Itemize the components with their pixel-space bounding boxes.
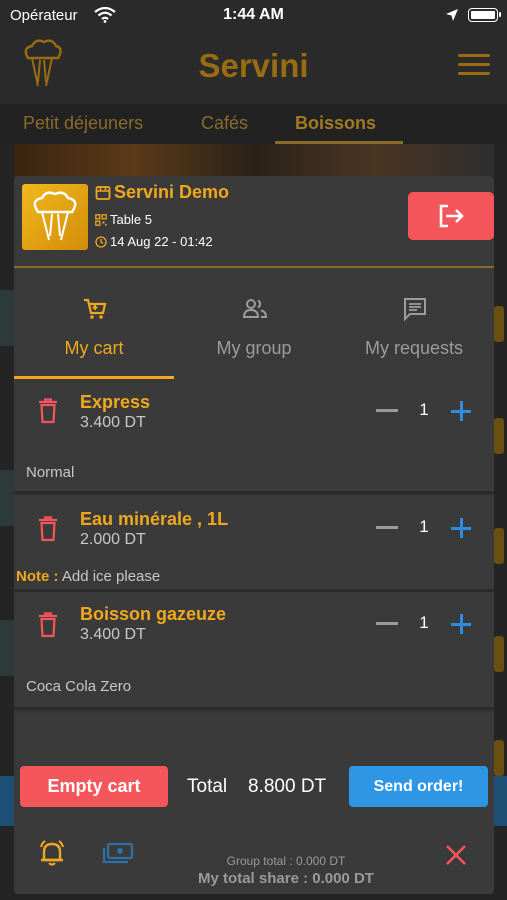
tab-label: My group [216,338,292,358]
item-note: Note : Add ice please [16,568,160,585]
message-icon [404,298,426,322]
battery-icon [468,8,501,22]
cart-actions: Empty cart Total 8.800 DT Send order! [14,764,494,810]
menu-background-button [494,418,504,454]
tab-label: My requests [364,338,464,358]
restaurant-name: Servini Demo [114,182,230,202]
cart-item: Boisson gazeuze 3.400 DT 1 Coca Cola Zer… [14,592,494,708]
chef-logo-icon [33,191,77,241]
item-price: 2.000 DT [80,531,146,548]
qr-code-icon [95,213,107,226]
group-icon [242,299,268,318]
tab-my-group[interactable]: My group [174,270,334,378]
my-total-share: My total share : 0.000 DT [198,870,374,887]
group-total: Group total : 0.000 DT [226,854,346,868]
item-name: Eau minérale , 1L [80,509,229,529]
store-icon [95,185,111,200]
category-tab-cafes[interactable]: Cafés [201,113,248,134]
hamburger-menu-icon[interactable] [458,54,490,78]
send-order-button[interactable]: Send order! [349,766,488,807]
table-row: Table 5 [95,212,152,227]
tab-my-requests[interactable]: My requests [334,270,494,378]
item-name: Express [80,392,151,412]
table-label: Table 5 [110,212,152,227]
cart-item: Eau minérale , 1L 2.000 DT 1 Note : Add … [14,495,494,590]
decrease-quantity-button[interactable] [376,526,398,529]
item-name: Boisson gazeuze [80,604,227,624]
datetime-row: 14 Aug 22 - 01:42 [95,234,213,249]
active-tab-indicator [14,376,174,379]
tab-my-cart[interactable]: My cart [14,270,174,378]
menu-background-button [494,636,504,672]
delete-icon[interactable] [38,398,58,424]
increase-quantity-button[interactable] [451,614,471,634]
item-note: Coca Cola Zero [26,678,131,695]
clock-icon [95,235,107,248]
logout-button[interactable] [408,192,494,240]
note-text: Add ice please [61,568,161,585]
category-tab-petit-dejeuners[interactable]: Petit déjeuners [23,113,143,134]
menu-background-button [494,306,504,342]
close-icon[interactable] [445,844,467,866]
note-label: Note : [16,568,59,585]
note-text: Normal [26,464,75,481]
delete-icon[interactable] [38,516,58,542]
item-note: Normal [26,464,74,481]
app-header: Servini [0,32,507,104]
cart-item: Express 3.400 DT 1 Normal [14,382,494,492]
menu-background-image [0,290,14,346]
total-value: 8.800 DT [248,776,327,797]
menu-background-button [494,740,504,776]
modal-header: Servini Demo Table 5 14 Aug 22 - 01:42 [14,176,494,268]
cart-tabs: My cart My group My requests [14,270,494,380]
category-tabs: Petit déjeuners Cafés Boissons [0,104,507,144]
modal-footer: Group total : 0.000 DT My total share : … [14,824,494,894]
menu-background-image [0,470,14,526]
total-label: Total [187,776,228,797]
note-text: Coca Cola Zero [26,678,132,695]
restaurant-logo [22,184,88,250]
item-price: 3.400 DT [80,414,146,431]
logout-icon [439,204,464,228]
item-quantity: 1 [419,517,429,536]
item-price: 3.400 DT [80,626,146,643]
cart-modal: Servini Demo Table 5 14 Aug 22 - 01:42 M… [14,176,494,894]
decrease-quantity-button[interactable] [376,622,398,625]
item-quantity: 1 [419,400,429,419]
increase-quantity-button[interactable] [451,518,471,538]
tab-label: My cart [64,338,124,358]
cart-icon [84,298,107,319]
restaurant-name-row: Servini Demo [95,182,229,203]
delete-icon[interactable] [38,612,58,638]
menu-background-image [0,620,14,676]
app-title: Servini [198,47,309,84]
menu-background-button [494,528,504,564]
increase-quantity-button[interactable] [451,401,471,421]
decrease-quantity-button[interactable] [376,409,398,412]
status-bar: Opérateur 1:44 AM [0,0,507,32]
category-tab-boissons[interactable]: Boissons [295,113,376,134]
clock: 1:44 AM [223,6,284,23]
location-arrow-icon [446,9,458,21]
item-quantity: 1 [419,613,429,632]
empty-cart-button[interactable]: Empty cart [20,766,168,807]
order-datetime: 14 Aug 22 - 01:42 [110,234,213,249]
